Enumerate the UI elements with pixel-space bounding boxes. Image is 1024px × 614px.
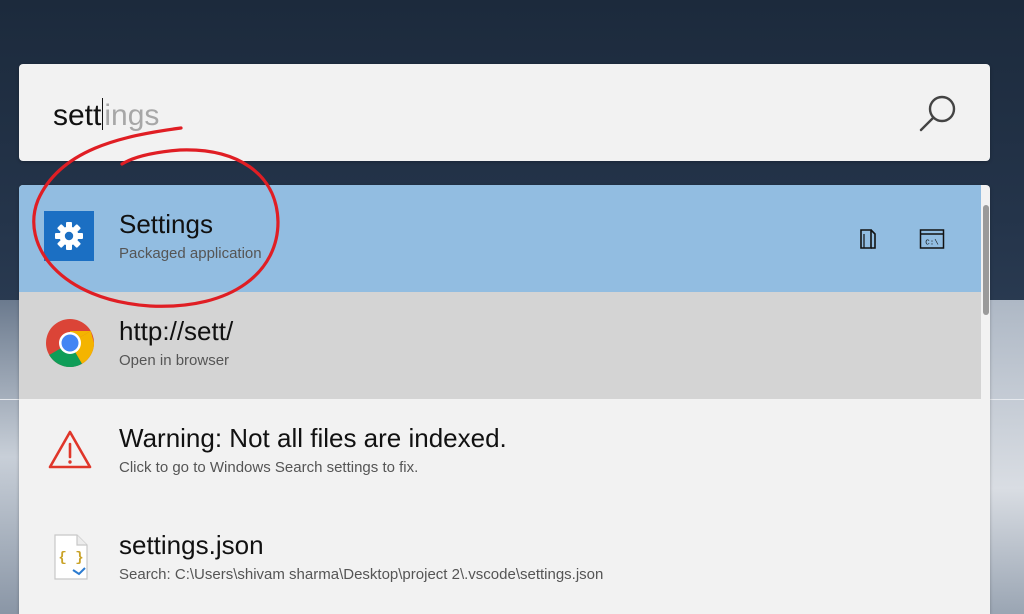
result-title: settings.json [119, 530, 264, 560]
chrome-icon [46, 319, 94, 368]
search-icon[interactable] [916, 92, 960, 136]
console-glyph: C:\ [925, 240, 939, 248]
scrollbar-thumb[interactable] [983, 205, 989, 315]
result-title: Settings [119, 209, 213, 239]
search-suggestion-text: ings [104, 99, 160, 132]
json-file-icon: { } [54, 534, 88, 580]
search-input[interactable]: sett ings [53, 98, 159, 134]
warning-icon [48, 430, 92, 469]
gear-icon [44, 211, 94, 261]
result-title: Warning: Not all files are indexed. [119, 423, 507, 453]
open-containing-folder-icon[interactable] [855, 226, 881, 252]
result-item-settings[interactable]: Settings Packaged application C:\ [19, 185, 981, 292]
wallpaper-right [984, 300, 1024, 614]
console-icon[interactable]: C:\ [919, 226, 945, 252]
result-title: http://sett/ [119, 316, 234, 346]
result-item-url[interactable]: http://sett/ Open in browser [19, 292, 981, 399]
result-subtitle: Search: C:\Users\shivam sharma\Desktop\p… [119, 566, 604, 583]
result-subtitle: Packaged application [119, 245, 262, 262]
results-list: Settings Packaged application C:\ http:/… [19, 185, 990, 614]
result-item-file[interactable]: { } settings.json Search: C:\Users\shiva… [19, 506, 981, 613]
svg-text:{ }: { } [58, 550, 83, 566]
search-box[interactable]: sett ings [19, 64, 990, 161]
result-subtitle: Click to go to Windows Search settings t… [119, 459, 419, 476]
result-item-warning[interactable]: Warning: Not all files are indexed. Clic… [19, 399, 981, 506]
result-subtitle: Open in browser [119, 352, 230, 369]
search-typed-text: sett [53, 99, 102, 132]
